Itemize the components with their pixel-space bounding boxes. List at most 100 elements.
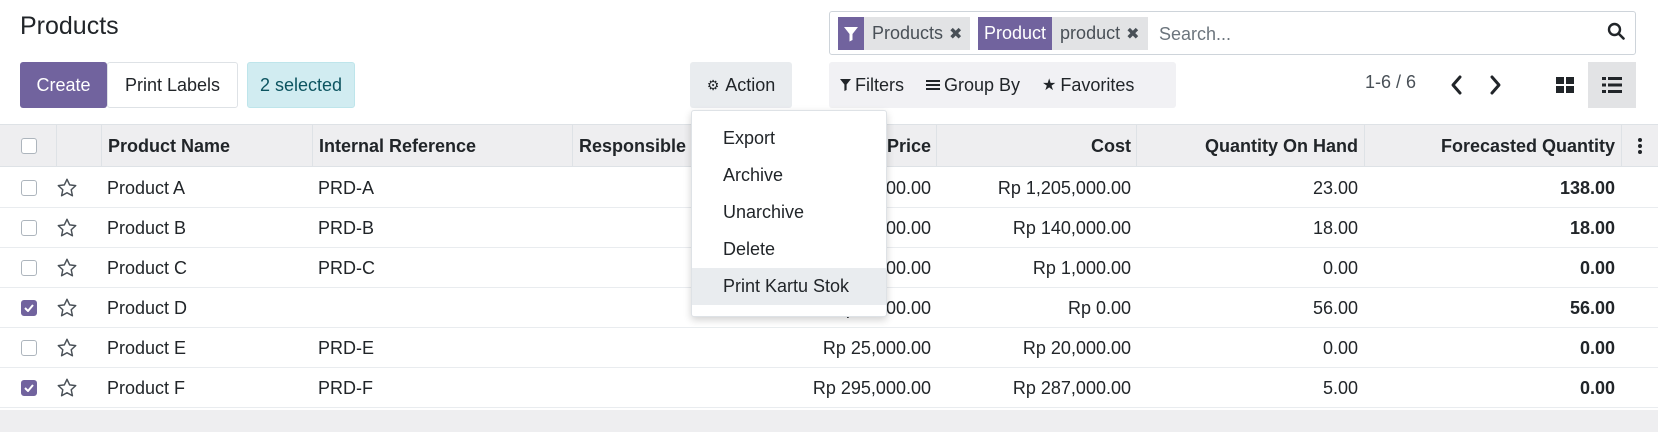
- column-header-product-name[interactable]: Product Name: [101, 125, 313, 167]
- table-row[interactable]: Product F PRD-F Rp 295,000.00 Rp 287,000.00…: [0, 368, 1658, 408]
- chevron-left-icon[interactable]: [1445, 70, 1469, 100]
- search-bar: Products ✖ Product product ✖: [829, 11, 1636, 55]
- cost-cell: Rp 140,000.00: [1012, 217, 1131, 238]
- action-menu-item[interactable]: Export: [692, 120, 886, 157]
- star-icon[interactable]: [56, 168, 90, 208]
- column-header-cost[interactable]: Cost: [936, 125, 1137, 167]
- facet-value: product: [1060, 23, 1121, 43]
- quantity-on-hand-cell: 0.00: [1322, 337, 1358, 358]
- action-dropdown-menu: Export Archive Unarchive Delete Print Kartu …: [691, 110, 887, 317]
- internal-reference-cell: PRD-E: [318, 337, 375, 358]
- star-icon: ★: [1042, 77, 1057, 94]
- filters-label: Filters: [855, 74, 904, 95]
- responsible-cell: [578, 328, 688, 368]
- internal-reference-cell: PRD-B: [318, 217, 375, 238]
- forecasted-quantity-cell: 0.00: [1579, 377, 1615, 398]
- star-icon[interactable]: [56, 208, 90, 248]
- select-all-checkbox[interactable]: [21, 125, 41, 167]
- facet-label: Product: [978, 17, 1053, 50]
- remove-facet-icon[interactable]: ✖: [949, 24, 962, 44]
- row-checkbox[interactable]: [21, 288, 41, 328]
- responsible-cell: [578, 208, 688, 248]
- cost-cell: Rp 1,205,000.00: [997, 177, 1131, 198]
- responsible-cell: [578, 248, 688, 288]
- quantity-on-hand-cell: 5.00: [1322, 377, 1358, 398]
- column-options-icon[interactable]: [1621, 125, 1658, 167]
- forecasted-quantity-cell: 138.00: [1559, 177, 1615, 198]
- facet-value: Products: [872, 23, 944, 43]
- product-name-cell: Product C: [107, 257, 188, 278]
- internal-reference-cell: PRD-C: [318, 257, 375, 278]
- table-footer: [0, 410, 1658, 432]
- filters-button[interactable]: Filters: [829, 75, 915, 96]
- quantity-on-hand-cell: 23.00: [1312, 177, 1358, 198]
- search-options-bar: Filters Group By ★ Favorites: [829, 62, 1176, 108]
- list-bars-icon: [926, 75, 940, 96]
- action-menu-item[interactable]: Print Kartu Stok: [692, 268, 886, 305]
- action-label: Action: [725, 74, 776, 95]
- search-icon[interactable]: [1607, 22, 1625, 45]
- search-input[interactable]: [1157, 20, 1577, 48]
- sales-price-cell: Rp 295,000.00: [812, 377, 931, 398]
- row-checkbox[interactable]: [21, 248, 41, 288]
- create-button[interactable]: Create: [20, 62, 107, 108]
- column-header-forecasted-quantity[interactable]: Forecasted Quantity: [1364, 125, 1621, 167]
- cost-cell: Rp 0.00: [1067, 297, 1131, 318]
- forecasted-quantity-cell: 0.00: [1579, 257, 1615, 278]
- action-button[interactable]: ⚙ Action: [690, 62, 792, 108]
- cost-cell: Rp 287,000.00: [1012, 377, 1131, 398]
- star-icon[interactable]: [56, 288, 90, 328]
- favorites-button[interactable]: ★ Favorites: [1031, 75, 1145, 96]
- responsible-cell: [578, 168, 688, 208]
- action-menu-item[interactable]: Unarchive: [692, 194, 886, 231]
- column-header-internal-reference[interactable]: Internal Reference: [312, 125, 573, 167]
- quantity-on-hand-cell: 56.00: [1312, 297, 1358, 318]
- row-checkbox[interactable]: [21, 208, 41, 248]
- product-name-cell: Product B: [107, 217, 187, 238]
- column-header-responsible[interactable]: Responsible: [572, 125, 692, 167]
- chevron-right-icon[interactable]: [1483, 70, 1507, 100]
- row-checkbox[interactable]: [21, 368, 41, 408]
- star-icon[interactable]: [56, 248, 90, 288]
- print-labels-button[interactable]: Print Labels: [107, 62, 238, 108]
- table-row[interactable]: Product E PRD-E Rp 25,000.00 Rp 20,000.00 0.…: [0, 328, 1658, 368]
- action-menu-item[interactable]: Delete: [692, 231, 886, 268]
- pager-value[interactable]: 1-6 / 6: [1365, 72, 1416, 93]
- forecasted-quantity-cell: 56.00: [1569, 297, 1615, 318]
- internal-reference-cell: [318, 288, 568, 328]
- search-facet-product[interactable]: Product product ✖: [978, 17, 1148, 50]
- favorites-label: Favorites: [1060, 74, 1135, 95]
- column-header-quantity-on-hand[interactable]: Quantity On Hand: [1136, 125, 1364, 167]
- remove-facet-icon[interactable]: ✖: [1126, 24, 1139, 44]
- product-name-cell: Product A: [107, 177, 186, 198]
- search-facet-filter[interactable]: Products ✖: [838, 17, 971, 50]
- quantity-on-hand-cell: 18.00: [1312, 217, 1358, 238]
- row-checkbox[interactable]: [21, 328, 41, 368]
- group-by-label: Group By: [944, 74, 1021, 95]
- internal-reference-cell: PRD-A: [318, 177, 375, 198]
- forecasted-quantity-cell: 18.00: [1569, 217, 1615, 238]
- kanban-view-icon[interactable]: [1542, 62, 1588, 108]
- filter-icon: [838, 17, 864, 50]
- responsible-cell: [578, 368, 688, 408]
- gear-icon: ⚙: [706, 76, 720, 93]
- star-icon[interactable]: [56, 368, 90, 408]
- cost-cell: Rp 20,000.00: [1022, 337, 1131, 358]
- product-name-cell: Product D: [107, 297, 188, 318]
- internal-reference-cell: PRD-F: [318, 377, 373, 398]
- product-name-cell: Product E: [107, 337, 187, 358]
- group-by-button[interactable]: Group By: [915, 75, 1031, 96]
- page-title: Products: [20, 12, 119, 40]
- responsible-cell: [578, 288, 688, 328]
- forecasted-quantity-cell: 0.00: [1579, 337, 1615, 358]
- product-name-cell: Product F: [107, 377, 186, 398]
- sales-price-cell: Rp 25,000.00: [822, 337, 931, 358]
- star-icon[interactable]: [56, 328, 90, 368]
- quantity-on-hand-cell: 0.00: [1322, 257, 1358, 278]
- filter-icon: [840, 75, 851, 96]
- action-menu-item[interactable]: Archive: [692, 157, 886, 194]
- selected-count-badge: 2 selected: [247, 62, 355, 108]
- list-view-icon[interactable]: [1588, 62, 1636, 108]
- favorite-column-header: [56, 125, 102, 167]
- row-checkbox[interactable]: [21, 168, 41, 208]
